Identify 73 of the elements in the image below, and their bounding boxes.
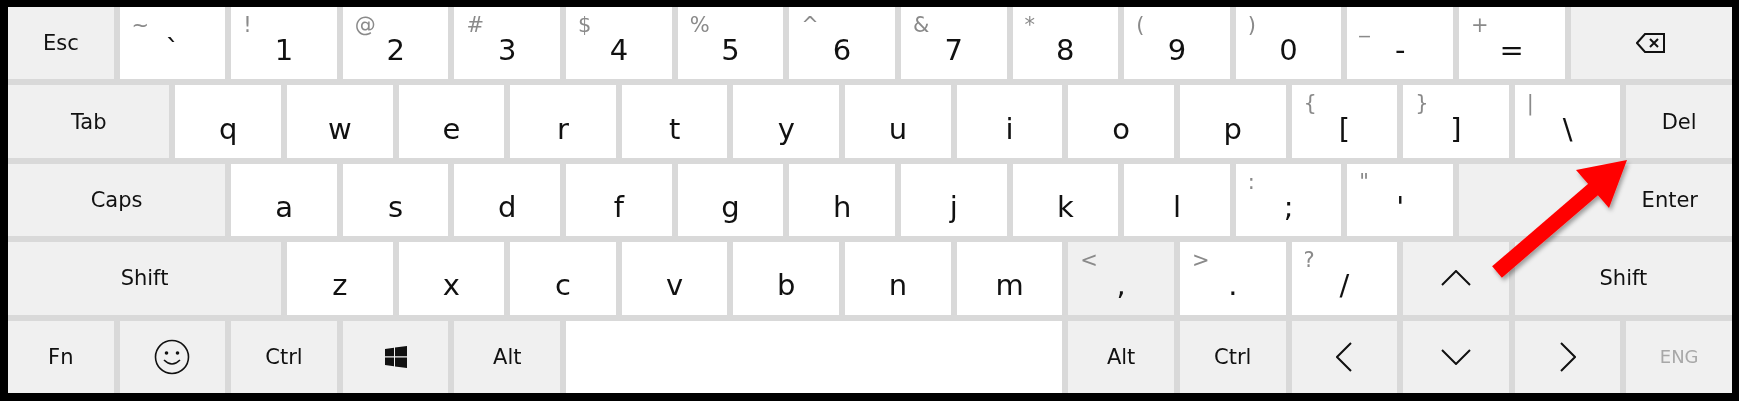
character-key[interactable]: : ; (1235, 163, 1342, 237)
character-key[interactable]: n (845, 242, 951, 315)
backspace-key[interactable] (1570, 7, 1732, 80)
character-key[interactable]: m (956, 242, 1063, 315)
character-key[interactable]: f (566, 163, 672, 237)
right-arrow-key[interactable] (1514, 320, 1621, 393)
character-key[interactable]: d (454, 163, 561, 237)
character-key[interactable]: $ 4 (566, 7, 672, 80)
function-key[interactable]: Fn (8, 320, 114, 393)
character-key[interactable]: e (398, 85, 505, 158)
character-key[interactable]: b (733, 242, 840, 315)
character-key[interactable]: z (287, 242, 393, 315)
character-key[interactable]: q (175, 85, 282, 158)
character-key[interactable]: t (621, 85, 728, 158)
character-key[interactable]: p (1179, 85, 1286, 158)
smiley-icon (154, 338, 191, 375)
character-key[interactable]: i (956, 85, 1063, 158)
character-key[interactable]: ? / (1291, 242, 1398, 315)
character-key[interactable]: " ' (1347, 163, 1453, 237)
character-key[interactable]: { [ (1291, 85, 1398, 158)
character-key[interactable]: ~ ` (119, 7, 226, 80)
character-key[interactable]: } ] (1403, 85, 1509, 158)
up-arrow-key[interactable] (1403, 242, 1509, 315)
character-key[interactable]: ) 0 (1235, 7, 1342, 80)
character-key[interactable]: x (398, 242, 505, 315)
space-bar[interactable] (566, 320, 1063, 393)
character-key[interactable]: @ 2 (342, 7, 449, 80)
character-key[interactable]: s (342, 163, 449, 237)
character-key[interactable]: w (287, 85, 393, 158)
character-key[interactable]: | \ (1514, 85, 1621, 158)
character-key[interactable]: c (510, 242, 616, 315)
chevron-left-icon (1336, 341, 1353, 372)
character-key[interactable]: ^ 6 (789, 7, 895, 80)
function-key[interactable]: Esc (8, 7, 114, 80)
windows-key[interactable] (342, 320, 449, 393)
character-key[interactable]: j (900, 163, 1007, 237)
character-key[interactable]: < , (1068, 242, 1174, 315)
function-key[interactable]: Alt (1068, 320, 1174, 393)
emoji-key[interactable] (119, 320, 226, 393)
character-key[interactable]: l (1124, 163, 1230, 237)
function-key[interactable]: Ctrl (1179, 320, 1286, 393)
down-arrow-key[interactable] (1403, 320, 1509, 393)
character-key[interactable]: g (677, 163, 784, 237)
left-arrow-key[interactable] (1291, 320, 1398, 393)
character-key[interactable]: & 7 (900, 7, 1007, 80)
function-key[interactable]: Caps (8, 163, 226, 237)
backspace-icon (1636, 32, 1667, 55)
character-key[interactable]: a (231, 163, 337, 237)
character-key[interactable]: # 3 (454, 7, 561, 80)
character-key[interactable]: % 5 (677, 7, 784, 80)
character-key[interactable]: > . (1179, 242, 1286, 315)
character-key[interactable]: h (789, 163, 895, 237)
chevron-right-icon (1559, 341, 1576, 372)
character-key[interactable]: + = (1458, 7, 1565, 80)
character-key[interactable]: o (1068, 85, 1174, 158)
function-key[interactable]: Del (1626, 85, 1732, 158)
character-key[interactable]: r (510, 85, 616, 158)
chevron-up-icon (1440, 270, 1471, 287)
character-key[interactable]: v (621, 242, 728, 315)
function-key[interactable]: Shift (1514, 242, 1732, 315)
function-key[interactable]: Alt (454, 320, 561, 393)
chevron-down-icon (1440, 348, 1471, 365)
function-key[interactable]: Tab (8, 85, 170, 158)
character-key[interactable]: u (845, 85, 951, 158)
character-key[interactable]: k (1012, 163, 1119, 237)
function-key[interactable]: Ctrl (231, 320, 337, 393)
character-key[interactable]: _ - (1347, 7, 1453, 80)
character-key[interactable]: * 8 (1012, 7, 1119, 80)
function-key[interactable]: Shift (8, 242, 282, 315)
character-key[interactable]: ( 9 (1124, 7, 1230, 80)
character-key[interactable]: ! 1 (231, 7, 337, 80)
windows-logo-icon (384, 345, 407, 368)
character-key[interactable]: y (733, 85, 840, 158)
